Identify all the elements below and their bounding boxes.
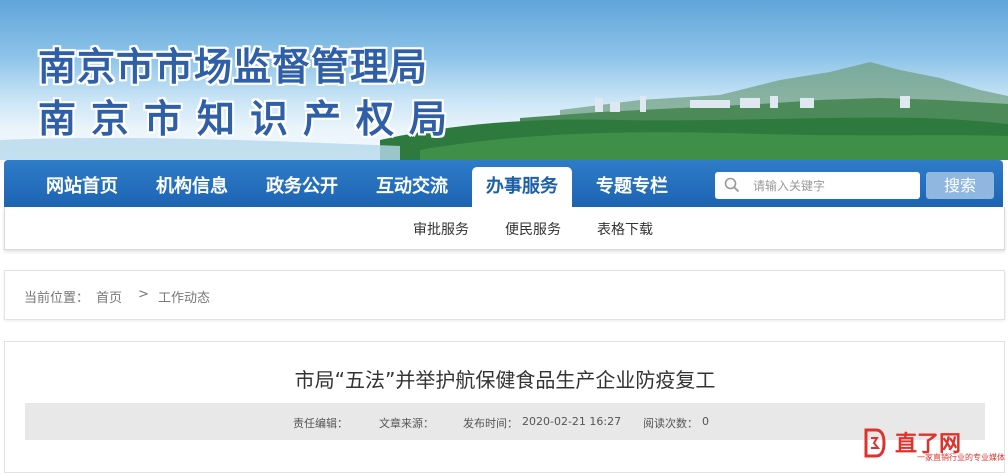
nav-item-interaction[interactable]: 互动交流 [362, 167, 462, 207]
meta-editor-label: 责任编辑： [293, 417, 348, 430]
nav-item-organization[interactable]: 机构信息 [142, 167, 242, 207]
subnav-item-convenience[interactable]: 便民服务 [505, 219, 561, 239]
meta-publish-time: 2020-02-21 16:27 [522, 415, 622, 428]
breadcrumb-home-link[interactable]: 首页 [96, 287, 122, 306]
breadcrumb-current-link[interactable]: 工作动态 [158, 287, 210, 306]
article-panel: 市局“五法”并举护航保健食品生产企业防疫复工 责任编辑： 文章来源： 发布时间：… [4, 341, 1005, 473]
site-title-line2: 南京市知识产权局 [38, 96, 463, 141]
meta-views-count: 0 [702, 415, 709, 428]
breadcrumb-separator: > [138, 287, 149, 302]
header-banner: 南京市市场监督管理局 南京市知识产权局 [0, 0, 1008, 160]
site-title-line1: 南京市市场监督管理局 [38, 44, 429, 89]
meta-publish-label: 发布时间： [463, 417, 518, 430]
nav-item-special-topics[interactable]: 专题专栏 [582, 167, 682, 207]
nav-item-services[interactable]: 办事服务 [472, 167, 572, 207]
nav-item-home[interactable]: 网站首页 [32, 167, 132, 207]
article-title: 市局“五法”并举护航保健食品生产企业防疫复工 [294, 368, 716, 392]
brand-logo-icon [864, 428, 886, 458]
watermark-tagline: 一家直销行业的专业媒体 [917, 453, 1005, 462]
article-meta: 责任编辑： 文章来源： 发布时间： 2020-02-21 16:27 阅读次数：… [25, 403, 985, 440]
meta-source-label: 文章来源： [379, 417, 434, 430]
subnav-item-approval[interactable]: 审批服务 [413, 219, 469, 239]
sub-nav: 审批服务 便民服务 表格下载 [4, 207, 1005, 250]
breadcrumb-prefix: 当前位置： [24, 291, 90, 306]
search-input[interactable] [753, 172, 913, 199]
breadcrumb: 当前位置： 首页 > 工作动态 [4, 270, 1005, 320]
search-box [715, 172, 920, 199]
watermark: 直了网 一家直销行业的专业媒体 [857, 426, 1007, 466]
main-nav: 网站首页 机构信息 政务公开 互动交流 办事服务 专题专栏 搜索 [4, 160, 1003, 207]
search-button[interactable]: 搜索 [926, 172, 994, 199]
search-icon [724, 177, 740, 193]
nav-item-government-affairs[interactable]: 政务公开 [252, 167, 352, 207]
meta-views-label: 阅读次数： [643, 417, 698, 430]
subnav-item-forms-download[interactable]: 表格下载 [597, 219, 653, 239]
